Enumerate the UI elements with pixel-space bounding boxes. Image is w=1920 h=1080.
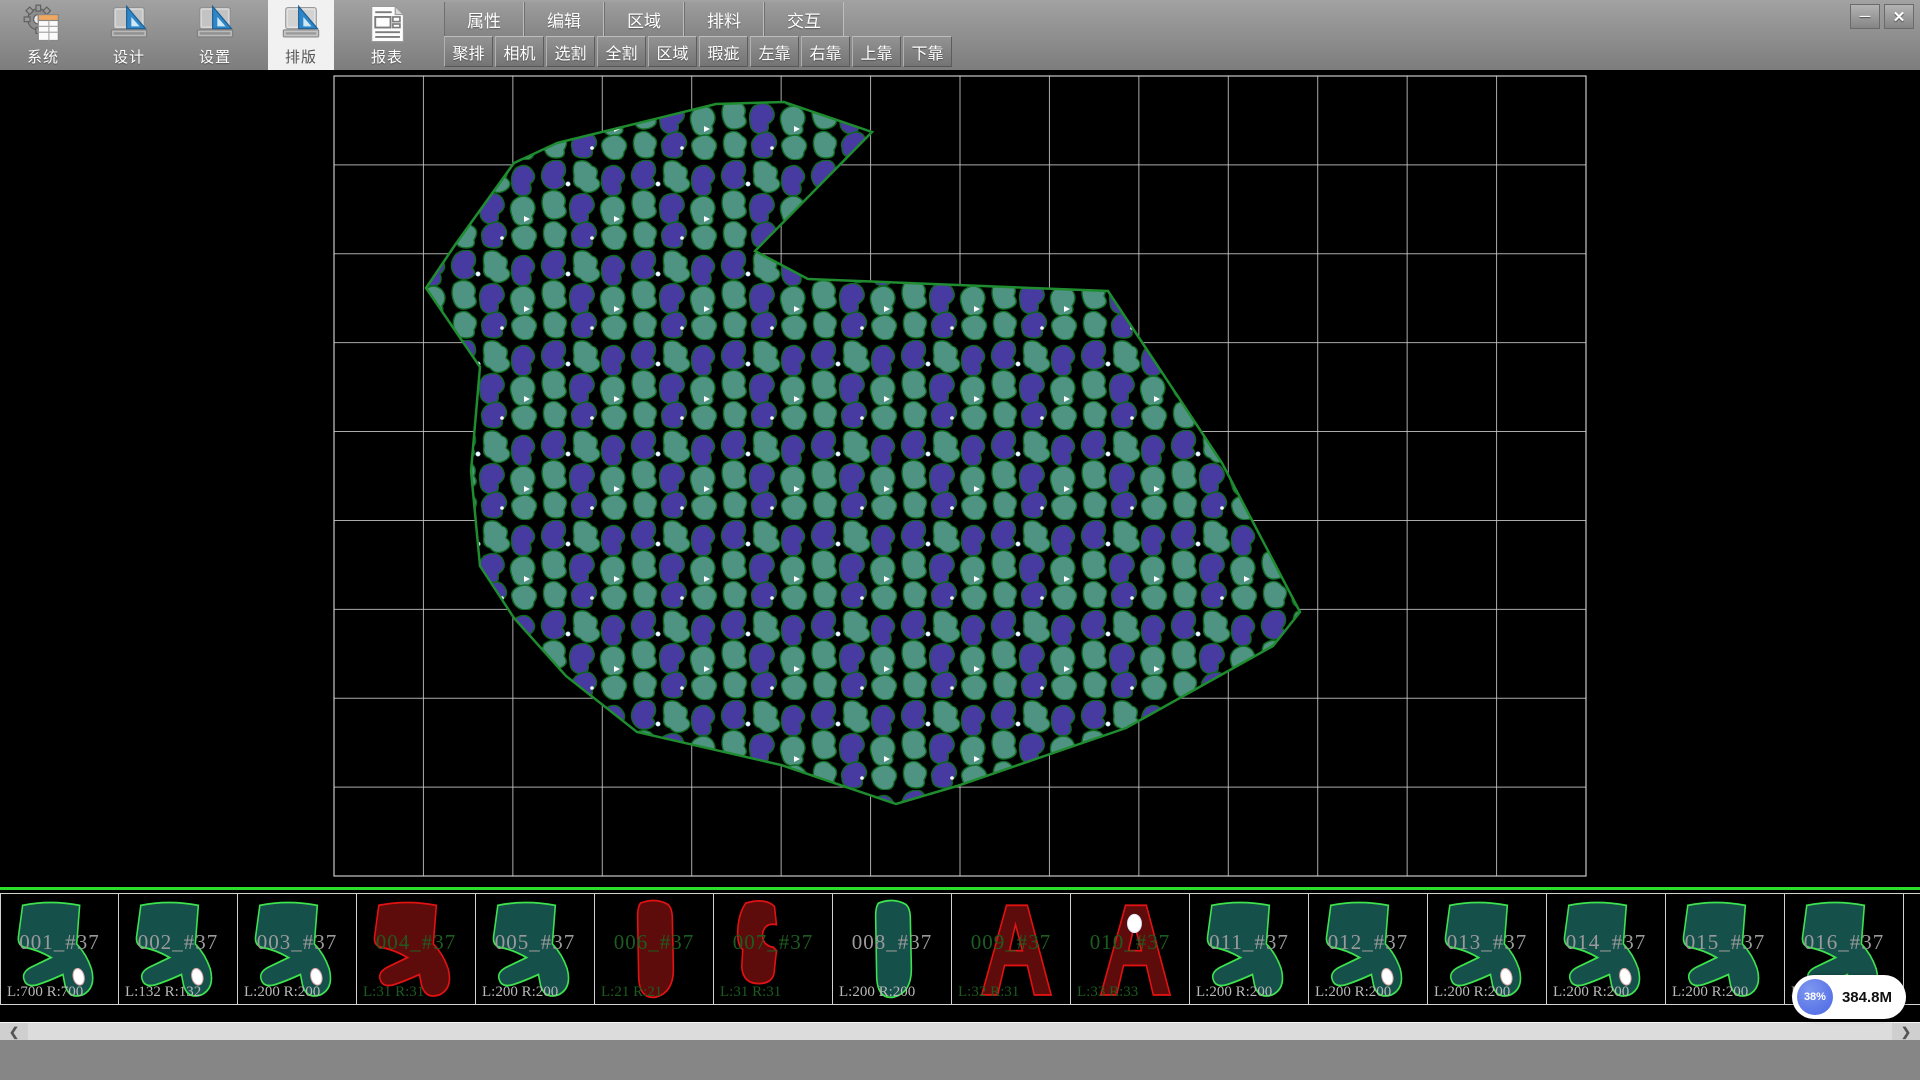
piece-shape-icon — [1547, 894, 1665, 1004]
piece-shape-icon — [476, 894, 594, 1004]
memory-badge: 38% 384.8M — [1792, 975, 1906, 1019]
piece-thumbnail[interactable]: 010_#37 L:33 R:33 — [1071, 893, 1190, 1005]
piece-thumbnail[interactable]: 011_#37 L:200 R:200 — [1190, 893, 1309, 1005]
piece-shape-icon — [1666, 894, 1784, 1004]
main-toolbar: 系统 设计 设置 — [0, 0, 1920, 70]
tool-cluster-nest[interactable]: 聚排 — [444, 36, 493, 67]
tool-select-cut[interactable]: 选割 — [546, 36, 595, 67]
piece-thumbnail[interactable]: 003_#37 L:200 R:200 — [238, 893, 357, 1005]
horizontal-scrollbar[interactable]: ❮ ❯ — [0, 1022, 1920, 1040]
window-controls: ─ ✕ — [1850, 4, 1914, 29]
nav-design-button[interactable]: 设计 — [96, 0, 162, 70]
piece-thumbnail[interactable]: 002_#37 L:132 R:132 — [119, 893, 238, 1005]
menu-nesting[interactable]: 排料 — [684, 2, 764, 36]
piece-shape-icon — [1071, 894, 1189, 1004]
menubar: 属性 编辑 区域 排料 交互 — [444, 0, 952, 36]
piece-filmstrip: 001_#37 L:700 R:700 002_#37 L:132 R:132 … — [0, 887, 1920, 1008]
piece-shape-icon — [595, 894, 713, 1004]
nav-nesting-button[interactable]: 排版 — [268, 0, 334, 70]
piece-thumbnail[interactable]: 014_#37 L:200 R:200 — [1547, 893, 1666, 1005]
gear-document-icon — [23, 3, 63, 45]
piece-thumbnail[interactable]: 007_#37 L:31 R:31 — [714, 893, 833, 1005]
piece-thumbnail[interactable]: 009_#37 L:32 R:31 — [952, 893, 1071, 1005]
nav-report-button[interactable]: 报表 — [354, 0, 420, 70]
scroll-right-button[interactable]: ❯ — [1892, 1023, 1920, 1040]
piece-thumbnail[interactable]: 008_#37 L:200 R:200 — [833, 893, 952, 1005]
piece-thumbnail[interactable]: 013_#37 L:200 R:200 — [1428, 893, 1547, 1005]
nav-setup-label: 设置 — [199, 46, 231, 67]
menu-interact[interactable]: 交互 — [764, 2, 844, 36]
tool-align-bottom[interactable]: 下靠 — [903, 36, 952, 67]
piece-thumbnail[interactable]: 004_#37 L:31 R:31 — [357, 893, 476, 1005]
piece-thumbnail[interactable]: 012_#37 L:200 R:200 — [1309, 893, 1428, 1005]
laptop-ruler-icon — [195, 3, 235, 45]
piece-thumbnail[interactable]: 001_#37 L:700 R:700 — [0, 893, 119, 1005]
piece-thumbnail[interactable]: 005_#37 L:200 R:200 — [476, 893, 595, 1005]
filmstrip-gap — [0, 1008, 1920, 1022]
memory-size-label: 384.8M — [1842, 989, 1892, 1006]
piece-shape-icon — [1, 894, 118, 1004]
menu-tool-stack: 属性 编辑 区域 排料 交互 聚排 相机 选割 全割 区域 瑕疵 左靠 右靠 上… — [444, 0, 952, 70]
scrollbar-track[interactable] — [28, 1023, 1892, 1040]
tool-defect[interactable]: 瑕疵 — [699, 36, 748, 67]
piece-shape-icon — [833, 894, 951, 1004]
piece-shape-icon — [1190, 894, 1308, 1004]
menu-region[interactable]: 区域 — [604, 2, 684, 36]
tool-align-top[interactable]: 上靠 — [852, 36, 901, 67]
menu-properties[interactable]: 属性 — [444, 2, 524, 36]
piece-shape-icon — [952, 894, 1070, 1004]
nesting-workspace[interactable] — [0, 70, 1920, 887]
piece-shape-icon — [119, 894, 237, 1004]
close-button[interactable]: ✕ — [1884, 4, 1914, 29]
report-document-icon — [367, 3, 407, 45]
memory-percent-indicator: 38% — [1797, 979, 1833, 1015]
piece-thumbnail[interactable]: 015_#37 L:200 R:200 — [1666, 893, 1785, 1005]
nav-icon-bar: 系统 设计 设置 — [0, 0, 420, 70]
tool-align-left[interactable]: 左靠 — [750, 36, 799, 67]
menu-edit[interactable]: 编辑 — [524, 2, 604, 36]
piece-shape-icon — [1309, 894, 1427, 1004]
laptop-ruler-icon — [109, 3, 149, 45]
nav-setup-button[interactable]: 设置 — [182, 0, 248, 70]
piece-shape-icon — [1428, 894, 1546, 1004]
tool-region[interactable]: 区域 — [648, 36, 697, 67]
piece-thumbnail[interactable]: 017_#37 — [1904, 893, 1920, 1005]
tool-camera[interactable]: 相机 — [495, 36, 544, 67]
laptop-ruler-icon — [281, 3, 321, 45]
piece-thumbnail[interactable]: 006_#37 L:21 R:21 — [595, 893, 714, 1005]
nesting-canvas — [0, 70, 1920, 887]
tool-cut-all[interactable]: 全割 — [597, 36, 646, 67]
piece-shape-icon — [357, 894, 475, 1004]
window-footer — [0, 1040, 1920, 1080]
nav-report-label: 报表 — [371, 46, 403, 67]
nav-system-label: 系统 — [27, 46, 59, 67]
tool-align-right[interactable]: 右靠 — [801, 36, 850, 67]
nav-system-button[interactable]: 系统 — [10, 0, 76, 70]
scroll-left-button[interactable]: ❮ — [0, 1023, 28, 1040]
nav-design-label: 设计 — [113, 46, 145, 67]
piece-shape-icon — [714, 894, 832, 1004]
piece-shape-icon — [1904, 894, 1920, 1004]
minimize-button[interactable]: ─ — [1850, 4, 1880, 29]
piece-shape-icon — [238, 894, 356, 1004]
tool-row: 聚排 相机 选割 全割 区域 瑕疵 左靠 右靠 上靠 下靠 — [444, 36, 952, 68]
nav-nesting-label: 排版 — [285, 46, 317, 67]
